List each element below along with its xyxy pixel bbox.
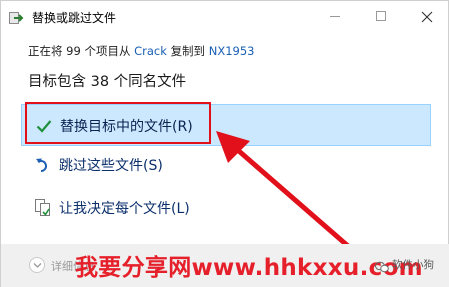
compare-files-icon <box>35 199 51 217</box>
replace-or-skip-dialog: 替换或跳过文件 正在将 99 个项目从 Crack 复制到 NX1953 目标包… <box>0 0 449 287</box>
watermark-text: 我要分享网www.hhkxxu.com <box>75 255 423 281</box>
maximize-button[interactable] <box>358 1 404 32</box>
highlight-box <box>25 102 211 144</box>
skip-files-label: 跳过这些文件(S) <box>59 158 163 174</box>
window-title: 替换或跳过文件 <box>32 11 117 25</box>
skip-arrow-icon <box>35 156 51 174</box>
chevron-down-icon <box>33 263 42 268</box>
conflict-heading: 目标包含 38 个同名文件 <box>28 74 187 90</box>
brand-label: 软件小狗 <box>392 259 434 271</box>
info-middle: 复制到 <box>170 44 206 58</box>
minimize-icon <box>330 16 340 17</box>
close-icon <box>420 9 434 23</box>
close-button[interactable] <box>404 1 449 32</box>
title-bar[interactable]: 替换或跳过文件 <box>1 1 449 33</box>
wechat-icon <box>375 258 389 273</box>
decide-each-file-label: 让我决定每个文件(L) <box>59 201 190 217</box>
copy-info: 正在将 99 个项目从 Crack 复制到 NX1953 <box>28 43 254 59</box>
minimize-button[interactable] <box>312 1 358 32</box>
maximize-icon <box>376 11 386 21</box>
copy-arrow-icon <box>9 10 25 24</box>
info-prefix: 正在将 99 个项目从 <box>28 44 131 58</box>
destination-folder-link[interactable]: NX1953 <box>209 44 255 58</box>
pointer-arrow-icon <box>216 131 359 256</box>
details-toggle-button[interactable] <box>29 257 45 273</box>
source-folder-link[interactable]: Crack <box>134 44 167 58</box>
